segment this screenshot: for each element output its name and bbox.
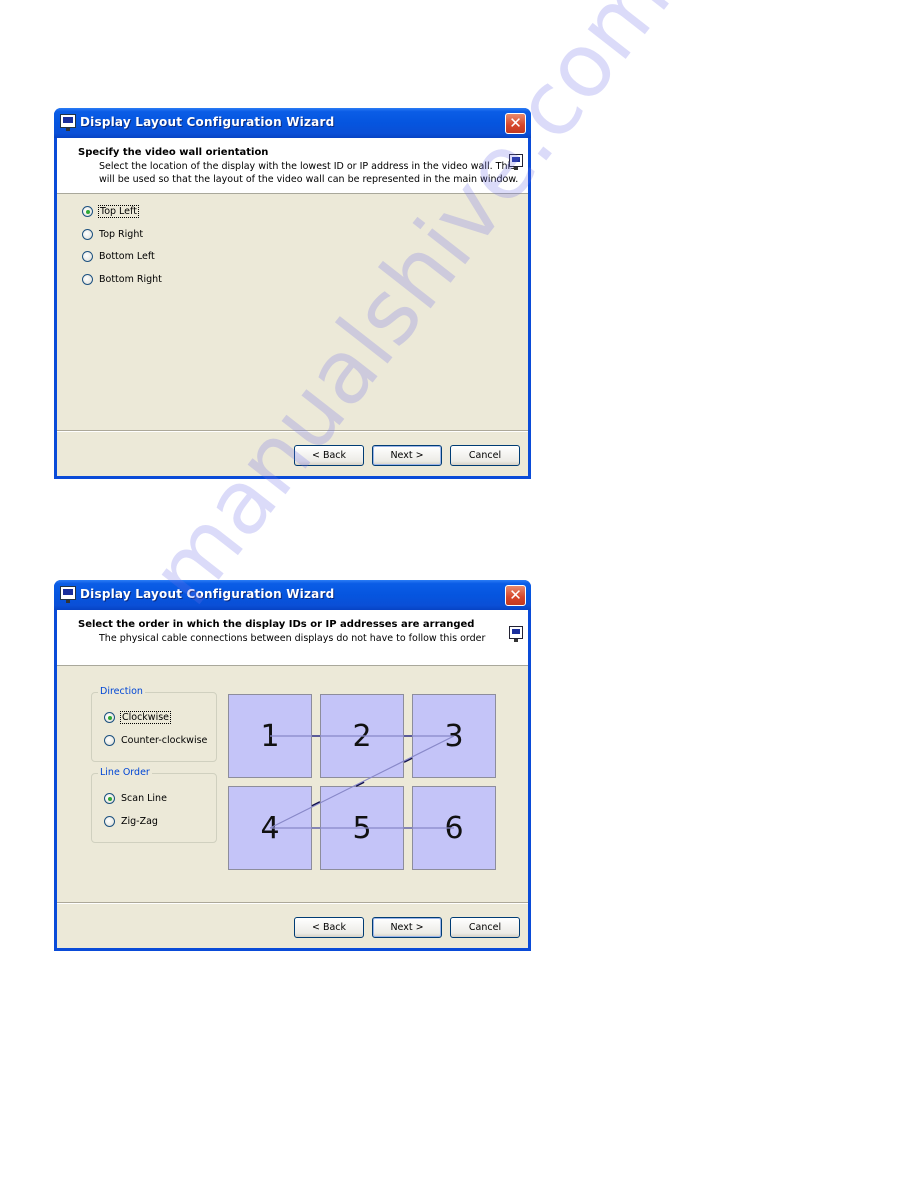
step-description: Select the location of the display with … xyxy=(99,161,519,185)
close-button[interactable]: ✕ xyxy=(505,585,526,606)
radio-button[interactable] xyxy=(104,793,115,804)
radio-button[interactable] xyxy=(104,712,115,723)
nec-monitor-icon xyxy=(60,114,76,131)
radio-clockwise[interactable]: Clockwise xyxy=(104,711,172,724)
close-icon: ✕ xyxy=(509,114,522,132)
footer-divider xyxy=(57,902,528,904)
close-button[interactable]: ✕ xyxy=(505,113,526,134)
group-label: Direction xyxy=(98,686,145,697)
radio-button[interactable] xyxy=(82,229,93,240)
wizard-header: Specify the video wall orientation Selec… xyxy=(57,138,528,194)
radio-label: Bottom Right xyxy=(99,274,162,285)
step-title: Specify the video wall orientation xyxy=(78,147,269,158)
radio-zig-zag[interactable]: Zig-Zag xyxy=(104,816,158,827)
next-button[interactable]: Next > xyxy=(372,445,442,466)
wizard-dialog-order: Display Layout Configuration Wizard ✕ Se… xyxy=(54,580,531,951)
back-button[interactable]: < Back xyxy=(294,917,364,938)
step-title: Select the order in which the display ID… xyxy=(78,619,475,630)
window-title: Display Layout Configuration Wizard xyxy=(80,115,335,129)
close-icon: ✕ xyxy=(509,586,522,604)
radio-button[interactable] xyxy=(82,206,93,217)
radio-top-right[interactable]: Top Right xyxy=(82,229,143,240)
radio-label: Bottom Left xyxy=(99,251,155,262)
footer-divider xyxy=(57,430,528,432)
radio-label: Zig-Zag xyxy=(121,816,158,827)
nec-monitor-icon xyxy=(60,586,76,603)
radio-label: Top Left xyxy=(98,205,139,218)
radio-counter-clockwise[interactable]: Counter-clockwise xyxy=(104,735,207,746)
radio-scan-line[interactable]: Scan Line xyxy=(104,793,167,804)
connection-lines xyxy=(269,735,455,829)
window-title: Display Layout Configuration Wizard xyxy=(80,587,335,601)
title-bar[interactable]: Display Layout Configuration Wizard ✕ xyxy=(54,108,531,138)
step-description: The physical cable connections between d… xyxy=(99,633,486,644)
path-line xyxy=(269,735,455,829)
radio-label: Counter-clockwise xyxy=(121,735,208,746)
next-button[interactable]: Next > xyxy=(372,917,442,938)
wizard-header: Select the order in which the display ID… xyxy=(57,610,528,666)
radio-label: Clockwise xyxy=(119,711,172,724)
radio-label: Scan Line xyxy=(121,793,167,804)
layout-preview: 1 2 3 4 5 6 xyxy=(228,694,498,872)
cancel-button[interactable]: Cancel xyxy=(450,917,520,938)
cancel-button[interactable]: Cancel xyxy=(450,445,520,466)
title-bar[interactable]: Display Layout Configuration Wizard ✕ xyxy=(54,580,531,610)
line-order-group: Line Order Scan Line Zig-Zag xyxy=(91,767,217,843)
radio-button[interactable] xyxy=(104,816,115,827)
radio-label: Top Right xyxy=(99,229,144,240)
radio-button[interactable] xyxy=(104,735,115,746)
radio-top-left[interactable]: Top Left xyxy=(82,205,139,218)
nec-monitor-icon xyxy=(509,154,523,170)
radio-bottom-left[interactable]: Bottom Left xyxy=(82,251,155,262)
wizard-dialog-orientation: Display Layout Configuration Wizard ✕ Sp… xyxy=(54,108,531,479)
back-button[interactable]: < Back xyxy=(294,445,364,466)
radio-bottom-right[interactable]: Bottom Right xyxy=(82,274,162,285)
group-label: Line Order xyxy=(98,767,152,778)
nec-monitor-icon xyxy=(509,626,523,642)
direction-group: Direction Clockwise Counter-clockwise xyxy=(91,686,217,762)
radio-button[interactable] xyxy=(82,251,93,262)
radio-button[interactable] xyxy=(82,274,93,285)
